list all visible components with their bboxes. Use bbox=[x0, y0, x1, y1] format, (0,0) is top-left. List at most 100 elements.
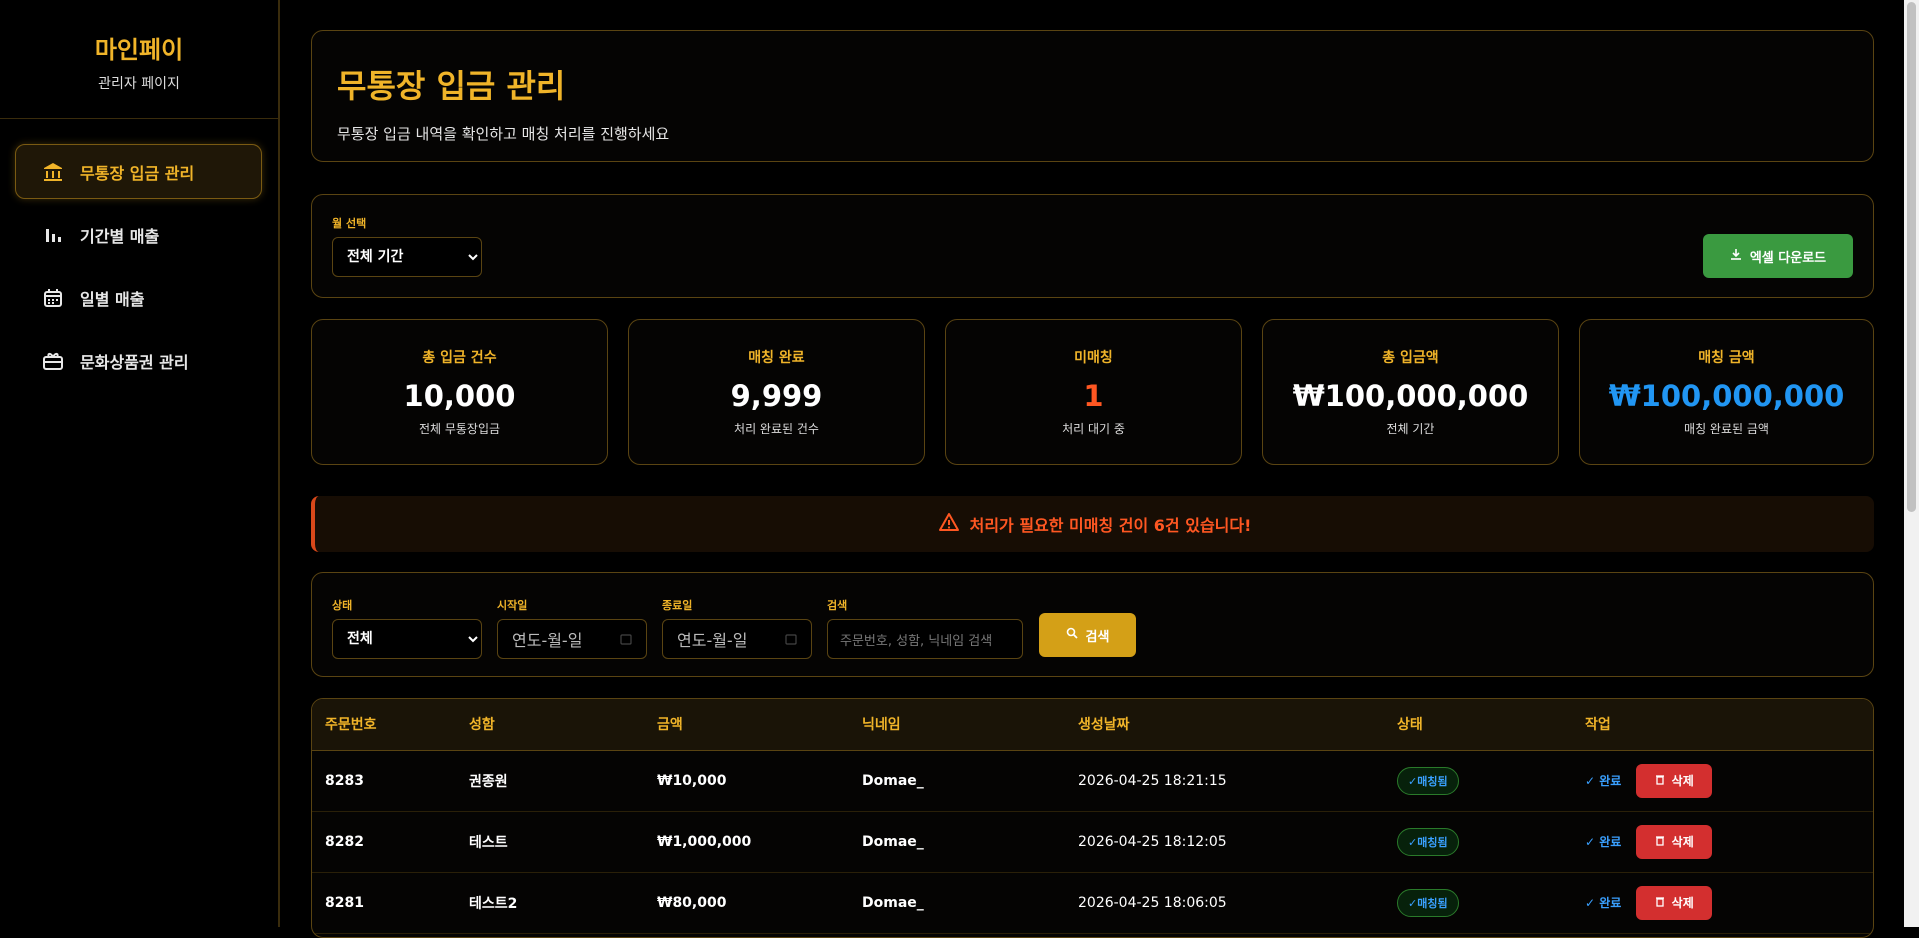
search-filter: 검색 주문번호, 성함, 닉네임 검색 bbox=[827, 597, 1023, 659]
sidebar-nav: 무통장 입금 관리 기간별 매출 일별 매출 문화상품권 관리 bbox=[0, 119, 278, 388]
cell-order: 8282 bbox=[312, 811, 468, 873]
start-date-filter: 시작일 연도-월-일 bbox=[497, 597, 647, 659]
col-amount: 금액 bbox=[656, 699, 861, 751]
sidebar-item-label: 문화상품권 관리 bbox=[80, 352, 189, 372]
sidebar-item-gift-card[interactable]: 문화상품권 관리 bbox=[15, 333, 262, 388]
complete-link[interactable]: ✓ 완료 bbox=[1585, 896, 1621, 910]
table-row: 8281 테스트2 ₩80,000 Domae_ 2026-04-25 18:0… bbox=[312, 872, 1873, 934]
trash-icon bbox=[1655, 774, 1665, 788]
sidebar-item-daily-sales[interactable]: 일별 매출 bbox=[15, 270, 262, 325]
stat-subtitle: 전체 기간 bbox=[1386, 422, 1435, 436]
delete-button[interactable]: 삭제 bbox=[1636, 763, 1713, 798]
col-name: 성함 bbox=[468, 699, 656, 751]
brand-title: 마인페이 bbox=[94, 36, 184, 64]
delete-button[interactable]: 삭제 bbox=[1636, 824, 1713, 859]
calendar-icon[interactable] bbox=[785, 630, 797, 649]
cell-name: 테스트 bbox=[468, 811, 656, 873]
stat-subtitle: 처리 완료된 건수 bbox=[734, 422, 819, 436]
cell-date: 2026-04-25 18:12:05 bbox=[1077, 811, 1396, 873]
delete-label: 삭제 bbox=[1671, 774, 1694, 788]
cell-name: 테스트2 bbox=[468, 872, 656, 934]
excel-download-label: 엑셀 다운로드 bbox=[1749, 250, 1827, 266]
search-filter-card: 상태 전체 시작일 연도-월-일 종료일 연도-월-일 검색 주문번호, 성함,… bbox=[311, 572, 1874, 677]
search-label: 검색 bbox=[827, 599, 848, 612]
calendar-icon[interactable] bbox=[620, 630, 632, 649]
excel-download-button[interactable]: 엑셀 다운로드 bbox=[1703, 234, 1853, 278]
deposit-table: 주문번호 성함 금액 닉네임 생성날짜 상태 작업 8283 권종원 ₩10,0… bbox=[312, 699, 1873, 934]
page-scrollbar[interactable] bbox=[1904, 0, 1919, 927]
cell-amount: ₩10,000 bbox=[656, 750, 861, 812]
stat-value: 10,000 bbox=[403, 379, 516, 413]
cell-order: 8283 bbox=[312, 750, 468, 812]
stat-subtitle: 전체 무통장입금 bbox=[418, 422, 501, 436]
stat-value: ₩100,000,000 bbox=[1608, 379, 1845, 413]
search-button[interactable]: 검색 bbox=[1039, 613, 1136, 657]
end-date-input[interactable]: 연도-월-일 bbox=[662, 619, 812, 659]
brand-subtitle: 관리자 페이지 bbox=[98, 76, 180, 92]
stat-unmatched: 미매칭 1 처리 대기 중 bbox=[945, 319, 1242, 465]
cell-name: 권종원 bbox=[468, 750, 656, 812]
trash-icon bbox=[1655, 835, 1665, 849]
page-subtitle: 무통장 입금 내역을 확인하고 매칭 처리를 진행하세요 bbox=[337, 125, 670, 143]
delete-label: 삭제 bbox=[1671, 896, 1694, 910]
cell-action: ✓ 완료 삭제 bbox=[1584, 811, 1873, 873]
page-header: 무통장 입금 관리 무통장 입금 내역을 확인하고 매칭 처리를 진행하세요 bbox=[311, 30, 1874, 162]
start-date-placeholder: 연도-월-일 bbox=[512, 631, 583, 650]
sidebar-item-label: 무통장 입금 관리 bbox=[80, 163, 195, 183]
table-header-row: 주문번호 성함 금액 닉네임 생성날짜 상태 작업 bbox=[312, 699, 1873, 751]
delete-button[interactable]: 삭제 bbox=[1636, 885, 1713, 920]
stat-title: 미매칭 bbox=[1074, 350, 1113, 366]
bank-icon bbox=[42, 161, 64, 183]
sidebar-item-deposit[interactable]: 무통장 입금 관리 bbox=[15, 144, 262, 199]
stat-title: 매칭 금액 bbox=[1698, 350, 1755, 366]
status-badge: ✓매칭됨 bbox=[1397, 827, 1459, 856]
page-title: 무통장 입금 관리 bbox=[337, 67, 566, 105]
cell-date: 2026-04-25 18:21:15 bbox=[1077, 750, 1396, 812]
unmatched-alert: 처리가 필요한 미매칭 건이 6건 있습니다! bbox=[311, 496, 1874, 552]
cell-nickname: Domae_ bbox=[861, 811, 1077, 873]
cell-order: 8281 bbox=[312, 872, 468, 934]
complete-link[interactable]: ✓ 완료 bbox=[1585, 774, 1621, 788]
sidebar-item-label: 기간별 매출 bbox=[80, 226, 160, 246]
complete-link[interactable]: ✓ 완료 bbox=[1585, 835, 1621, 849]
search-icon bbox=[1066, 627, 1078, 643]
status-label: 상태 bbox=[332, 599, 353, 612]
deposit-table-card: 주문번호 성함 금액 닉네임 생성날짜 상태 작업 8283 권종원 ₩10,0… bbox=[311, 698, 1874, 938]
stat-matched-amount: 매칭 금액 ₩100,000,000 매칭 완료된 금액 bbox=[1579, 319, 1874, 465]
cell-nickname: Domae_ bbox=[861, 872, 1077, 934]
col-nickname: 닉네임 bbox=[861, 699, 1077, 751]
end-date-label: 종료일 bbox=[662, 599, 693, 612]
stat-value: 9,999 bbox=[730, 379, 823, 413]
stat-subtitle: 처리 대기 중 bbox=[1062, 422, 1125, 436]
calendar-icon bbox=[42, 287, 64, 309]
table-row: 8282 테스트 ₩1,000,000 Domae_ 2026-04-25 18… bbox=[312, 811, 1873, 873]
status-select[interactable]: 전체 bbox=[332, 619, 482, 659]
cell-status: ✓매칭됨 bbox=[1396, 750, 1584, 812]
stat-value: ₩100,000,000 bbox=[1292, 379, 1529, 413]
scrollbar-thumb[interactable] bbox=[1907, 2, 1916, 512]
brand: 마인페이 관리자 페이지 bbox=[0, 0, 278, 119]
trash-icon bbox=[1655, 896, 1665, 910]
start-date-label: 시작일 bbox=[497, 599, 528, 612]
month-filter-card: 월 선택 전체 기간 엑셀 다운로드 bbox=[311, 194, 1874, 298]
month-label: 월 선택 bbox=[332, 217, 367, 230]
cell-action: ✓ 완료 삭제 bbox=[1584, 872, 1873, 934]
sidebar: 마인페이 관리자 페이지 무통장 입금 관리 기간별 매출 일별 매출 문화상품… bbox=[0, 0, 280, 927]
stat-total-amount: 총 입금액 ₩100,000,000 전체 기간 bbox=[1262, 319, 1559, 465]
status-filter: 상태 전체 bbox=[332, 597, 482, 659]
cell-status: ✓매칭됨 bbox=[1396, 872, 1584, 934]
sidebar-item-label: 일별 매출 bbox=[80, 289, 145, 309]
cell-action: ✓ 완료 삭제 bbox=[1584, 750, 1873, 812]
cell-amount: ₩1,000,000 bbox=[656, 811, 861, 873]
status-badge: ✓매칭됨 bbox=[1397, 766, 1459, 795]
start-date-input[interactable]: 연도-월-일 bbox=[497, 619, 647, 659]
stat-title: 매칭 완료 bbox=[748, 350, 805, 366]
end-date-placeholder: 연도-월-일 bbox=[677, 631, 748, 650]
search-input[interactable]: 주문번호, 성함, 닉네임 검색 bbox=[827, 619, 1023, 659]
sidebar-item-period-sales[interactable]: 기간별 매출 bbox=[15, 207, 262, 262]
col-action: 작업 bbox=[1584, 699, 1873, 751]
stat-title: 총 입금액 bbox=[1382, 350, 1439, 366]
bar-chart-icon bbox=[42, 224, 64, 246]
stat-matched: 매칭 완료 9,999 처리 완료된 건수 bbox=[628, 319, 925, 465]
month-select[interactable]: 전체 기간 bbox=[332, 237, 482, 277]
